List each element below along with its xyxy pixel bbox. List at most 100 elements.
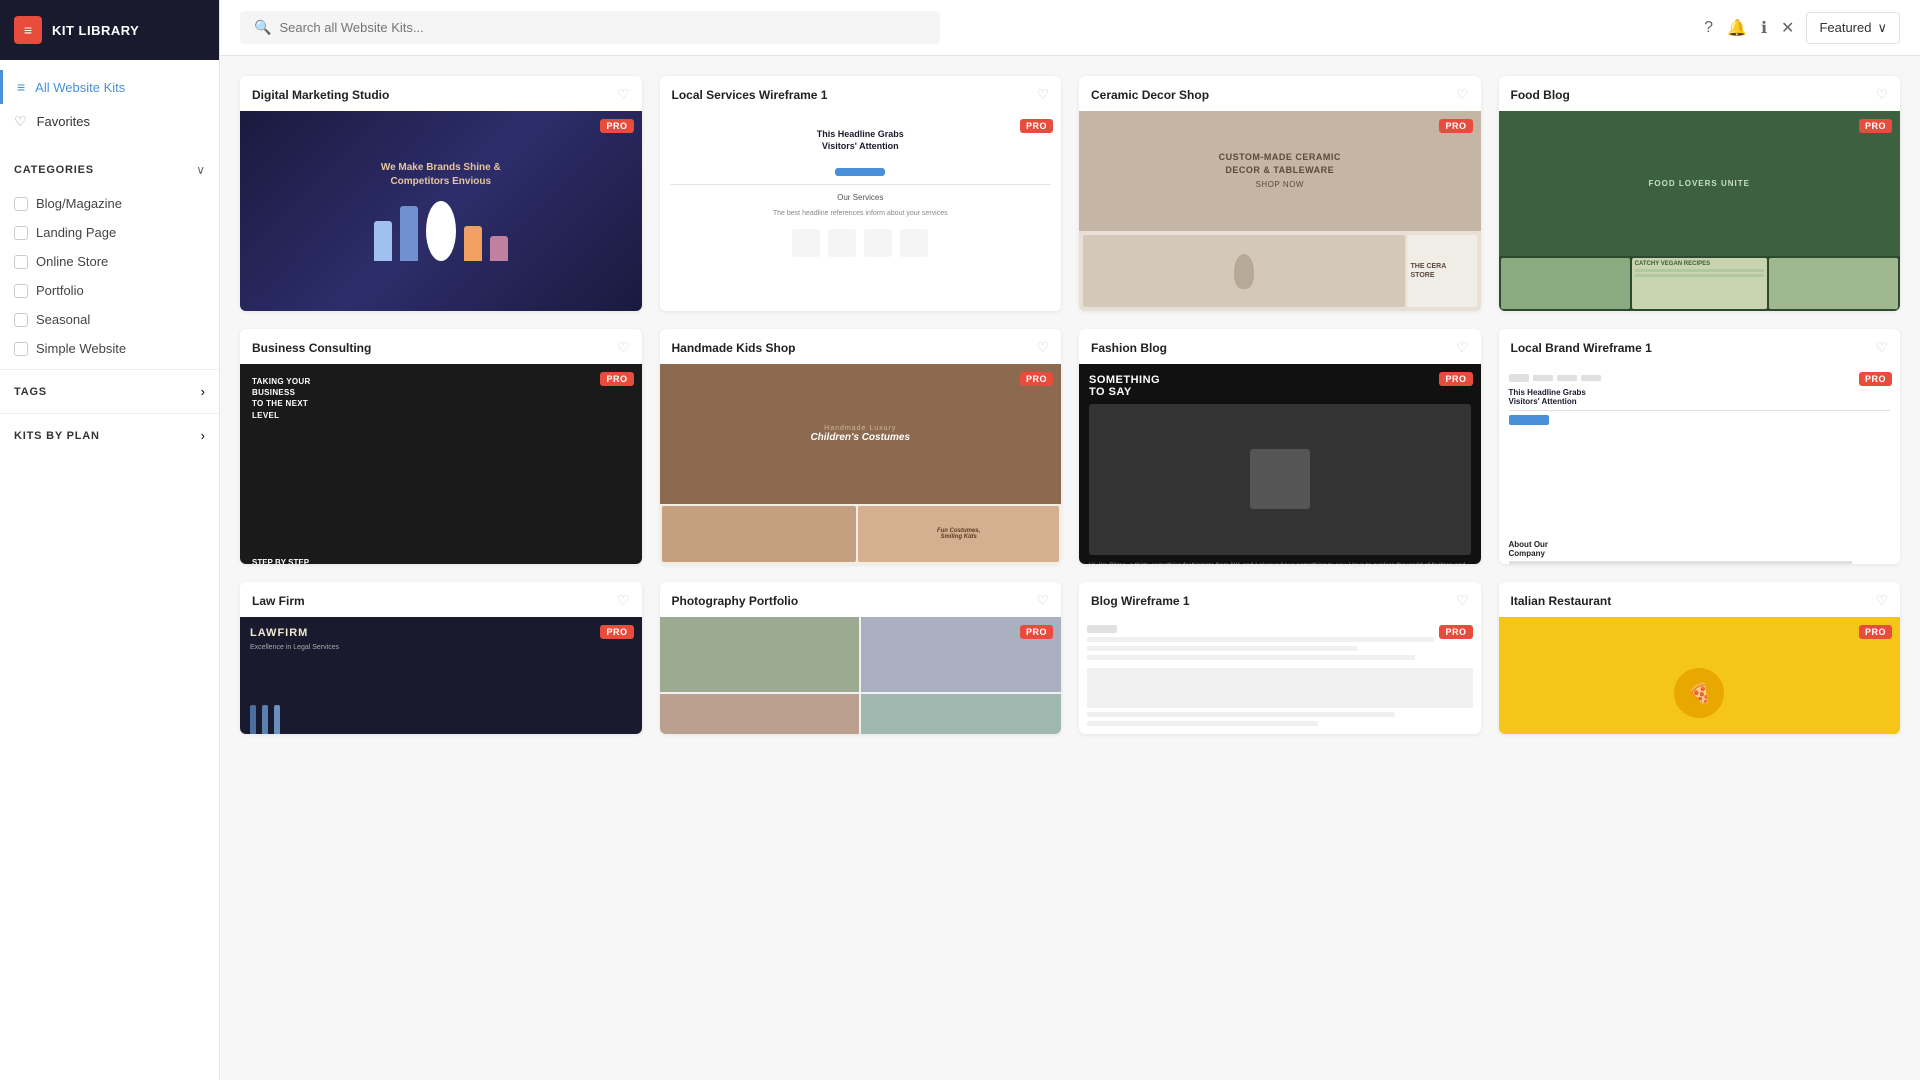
- sidebar-item-favorites[interactable]: ♡ Favorites: [0, 104, 219, 139]
- favorite-icon[interactable]: ♡: [1875, 86, 1888, 103]
- card-digital-marketing-studio[interactable]: Digital Marketing Studio ♡ PRO We Make B…: [240, 76, 642, 311]
- pro-badge: PRO: [1859, 119, 1892, 133]
- online-store-checkbox[interactable]: [14, 255, 28, 269]
- landing-page-checkbox[interactable]: [14, 226, 28, 240]
- categories-header[interactable]: CATEGORIES ∨: [14, 163, 205, 177]
- card-preview: PRO SOMETHINGTO SAY Hi, I'm Chloe, a thi…: [1079, 364, 1481, 564]
- card-law-firm[interactable]: Law Firm ♡ PRO LAWFIRM Excellence in Leg…: [240, 582, 642, 734]
- preview-about-lines: [1509, 561, 1891, 564]
- category-item-portfolio[interactable]: Portfolio: [0, 276, 219, 305]
- card-italian-restaurant[interactable]: Italian Restaurant ♡ PRO 🍕: [1499, 582, 1901, 734]
- card-header: Local Services Wireframe 1 ♡: [660, 76, 1062, 111]
- category-item-simple-website[interactable]: Simple Website: [0, 334, 219, 363]
- help-icon[interactable]: ?: [1704, 19, 1713, 37]
- preview-step-by-step: STEP BY STEP: [252, 558, 630, 564]
- preview-vegan-text: CATCHY VEGAN RECIPES: [1635, 261, 1764, 267]
- kits-chevron-icon: ›: [201, 428, 205, 443]
- preview-lawfirm-content: Excellence in Legal Services: [250, 643, 632, 654]
- sort-chevron-icon: ∨: [1877, 20, 1887, 36]
- preview-food-top: FOOD LOVERS UNITE: [1499, 111, 1901, 256]
- card-header: Business Consulting ♡: [240, 329, 642, 364]
- favorite-icon[interactable]: ♡: [1456, 592, 1469, 609]
- seasonal-label: Seasonal: [36, 312, 90, 327]
- notification-icon[interactable]: 🔔: [1727, 18, 1747, 38]
- favorite-icon[interactable]: ♡: [1036, 339, 1049, 356]
- preview-food-grid: CATCHY VEGAN RECIPES: [1499, 256, 1901, 311]
- preview-fashion-photo: [1089, 404, 1471, 555]
- category-item-landing-page[interactable]: Landing Page: [0, 218, 219, 247]
- card-header: Law Firm ♡: [240, 582, 642, 617]
- preview-services-desc: The best headline references inform abou…: [670, 210, 1052, 217]
- preview-blog-logo: [1087, 625, 1117, 633]
- favorite-icon[interactable]: ♡: [1036, 592, 1049, 609]
- preview-logo-placeholder: [1509, 374, 1529, 382]
- preview-kids-title: Children's Costumes: [810, 432, 910, 443]
- categories-title: CATEGORIES: [14, 164, 94, 176]
- favorite-icon[interactable]: ♡: [1875, 339, 1888, 356]
- close-icon[interactable]: ✕: [1781, 18, 1794, 38]
- preview-business-title: TAKING YOURBUSINESSTO THE NEXTLEVEL: [252, 376, 630, 421]
- preview-service-icons: [670, 229, 1052, 257]
- preview-cta-button: [1509, 415, 1549, 425]
- card-business-consulting[interactable]: Business Consulting ♡ PRO TAKING YOURBUS…: [240, 329, 642, 564]
- kits-by-plan-section[interactable]: KITS BY PLAN ›: [0, 413, 219, 457]
- card-handmade-kids-shop[interactable]: Handmade Kids Shop ♡ PRO Handmade Luxury…: [660, 329, 1062, 564]
- card-title: Fashion Blog: [1091, 341, 1167, 355]
- card-title: Food Blog: [1511, 88, 1570, 102]
- card-header: Local Brand Wireframe 1 ♡: [1499, 329, 1901, 364]
- simple-website-checkbox[interactable]: [14, 342, 28, 356]
- preview-text: We Make Brands Shine &Competitors Enviou…: [381, 161, 501, 189]
- card-title: Digital Marketing Studio: [252, 88, 389, 102]
- favorite-icon[interactable]: ♡: [617, 592, 630, 609]
- category-item-seasonal[interactable]: Seasonal: [0, 305, 219, 334]
- search-icon: 🔍: [254, 19, 271, 36]
- favorite-icon[interactable]: ♡: [617, 86, 630, 103]
- search-box[interactable]: 🔍: [240, 11, 940, 44]
- category-item-blog-magazine[interactable]: Blog/Magazine: [0, 189, 219, 218]
- card-title: Blog Wireframe 1: [1091, 594, 1190, 608]
- card-local-brand-wireframe[interactable]: Local Brand Wireframe 1 ♡ PRO Thi: [1499, 329, 1901, 564]
- card-photography-portfolio[interactable]: Photography Portfolio ♡ PRO: [660, 582, 1062, 734]
- preview-headline: This Headline GrabsVisitors' Attention: [670, 121, 1052, 160]
- card-title: Handmade Kids Shop: [672, 341, 796, 355]
- topbar-right: ? 🔔 ℹ ✕ Featured ∨: [1704, 12, 1900, 44]
- card-header: Italian Restaurant ♡: [1499, 582, 1901, 617]
- favorite-icon[interactable]: ♡: [1456, 339, 1469, 356]
- categories-section: CATEGORIES ∨: [0, 149, 219, 183]
- kit-library-icon: ≡: [14, 16, 42, 44]
- preview-line-2: [1087, 646, 1357, 651]
- seasonal-checkbox[interactable]: [14, 313, 28, 327]
- card-preview: PRO FOOD LOVERS UNITE CATCHY VEGAN RECIP…: [1499, 111, 1901, 311]
- card-ceramic-decor-shop[interactable]: Ceramic Decor Shop ♡ PRO CUSTOM-MADE CER…: [1079, 76, 1481, 311]
- portfolio-checkbox[interactable]: [14, 284, 28, 298]
- category-item-online-store[interactable]: Online Store: [0, 247, 219, 276]
- card-fashion-blog[interactable]: Fashion Blog ♡ PRO SOMETHINGTO SAY Hi, I…: [1079, 329, 1481, 564]
- card-title: Ceramic Decor Shop: [1091, 88, 1209, 102]
- preview-fashion-title: SOMETHINGTO SAY: [1089, 374, 1471, 398]
- preview-business-header: TAKING YOURBUSINESSTO THE NEXTLEVEL: [252, 376, 630, 421]
- online-store-label: Online Store: [36, 254, 108, 269]
- preview-nav-items: [1533, 375, 1601, 381]
- card-header: Food Blog ♡: [1499, 76, 1901, 111]
- preview-shapes: [374, 201, 508, 261]
- card-food-blog[interactable]: Food Blog ♡ PRO FOOD LOVERS UNITE CATCHY…: [1499, 76, 1901, 311]
- card-preview: PRO: [1079, 617, 1481, 734]
- blog-magazine-checkbox[interactable]: [14, 197, 28, 211]
- favorite-icon[interactable]: ♡: [1875, 592, 1888, 609]
- pro-badge: PRO: [1859, 625, 1892, 639]
- card-header: Ceramic Decor Shop ♡: [1079, 76, 1481, 111]
- search-input[interactable]: [279, 20, 926, 35]
- portfolio-label: Portfolio: [36, 283, 84, 298]
- favorite-icon[interactable]: ♡: [1456, 86, 1469, 103]
- preview-text-col: THE CERASTORE: [1407, 235, 1477, 307]
- card-local-services-wireframe[interactable]: Local Services Wireframe 1 ♡ PRO This He…: [660, 76, 1062, 311]
- tags-section[interactable]: TAGS ›: [0, 369, 219, 413]
- info-icon[interactable]: ℹ: [1761, 18, 1767, 38]
- sort-select[interactable]: Featured ∨: [1806, 12, 1900, 44]
- sidebar-item-all-website-kits[interactable]: ≡ All Website Kits: [0, 70, 219, 104]
- favorite-icon[interactable]: ♡: [617, 339, 630, 356]
- favorite-icon[interactable]: ♡: [1036, 86, 1049, 103]
- preview-italian-logo: 🍕: [1674, 668, 1724, 718]
- tags-title: TAGS: [14, 386, 47, 398]
- card-blog-wireframe[interactable]: Blog Wireframe 1 ♡ PRO: [1079, 582, 1481, 734]
